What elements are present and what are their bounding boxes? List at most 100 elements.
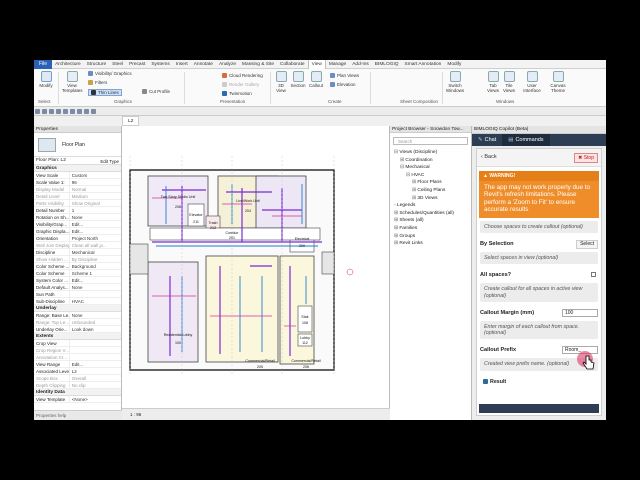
browser-tree-item[interactable]: 3D Views — [390, 195, 471, 203]
property-row[interactable]: Color Scheme Scheme 1 — [34, 270, 121, 277]
property-row[interactable]: Parts Visibility Show Original — [34, 200, 121, 207]
tab-steel[interactable]: Steel — [109, 60, 126, 69]
property-value[interactable] — [68, 340, 121, 346]
tab-manage[interactable]: Manage — [326, 60, 349, 69]
browser-tree-item[interactable]: Revit Links — [390, 240, 471, 248]
back-button[interactable]: ‹ Back — [481, 154, 497, 160]
modify-button[interactable]: Modify — [38, 71, 54, 88]
tab-add-ins[interactable]: Add-Ins — [349, 60, 372, 69]
tag-num-204[interactable]: 204 — [245, 209, 251, 213]
room-live-work-east[interactable] — [255, 175, 307, 229]
visibility-graphics-button[interactable]: Visibility/ Graphics — [88, 71, 132, 77]
tag-commercial-retail-2[interactable]: Commercial/Retail — [291, 359, 321, 363]
render-gallery-button[interactable]: Render Gallery — [222, 82, 259, 88]
tag-num-213[interactable]: 213 — [210, 226, 216, 230]
browser-tree-item[interactable]: Groups — [390, 233, 471, 241]
tab-annotate[interactable]: Annotate — [191, 60, 216, 69]
tag-num-208[interactable]: 208 — [175, 205, 181, 209]
property-row[interactable]: Associated Level L2 — [34, 368, 121, 375]
property-value[interactable]: By Discipline — [68, 256, 121, 262]
tag-electrical[interactable]: Electrical — [295, 237, 310, 241]
floor-plan[interactable]: Two Story Studio Unit 208 Live/Work Unit… — [122, 126, 390, 406]
browser-tree-item[interactable]: HVAC — [390, 172, 471, 180]
property-row[interactable]: Visibility/Grap... Edit... — [34, 221, 121, 228]
browser-tree-item[interactable]: Legends — [390, 202, 471, 210]
property-value[interactable]: 1 — [68, 207, 121, 213]
property-value[interactable]: Custom — [68, 172, 121, 178]
property-value[interactable]: Edit... — [68, 221, 121, 227]
property-value[interactable]: Unbounded — [68, 319, 121, 325]
tag-num-201[interactable]: 201 — [229, 236, 235, 240]
tab-architecture[interactable]: Architecture — [52, 60, 84, 69]
property-value[interactable]: None — [68, 214, 121, 220]
property-value[interactable]: Clean all wall jo... — [68, 242, 121, 248]
callout-margin-input[interactable]: 100 — [562, 308, 598, 317]
property-row[interactable]: Show Hidden ... By Discipline — [34, 256, 121, 263]
property-row[interactable]: System Color ... Edit... — [34, 277, 121, 284]
property-value[interactable]: HVAC — [68, 298, 121, 304]
browser-tree-item[interactable]: Ceiling Plans — [390, 187, 471, 195]
filters-button[interactable]: Filters — [88, 80, 107, 86]
browser-tree-item[interactable]: Coordination — [390, 157, 471, 165]
tag-num-206[interactable]: 206 — [303, 365, 309, 369]
property-row[interactable]: Crop View — [34, 340, 121, 347]
property-row[interactable]: Detail Level Medium — [34, 193, 121, 200]
tag-live-work[interactable]: Live/Work Unit — [236, 199, 259, 203]
tag-num-108[interactable]: 108 — [302, 321, 308, 325]
property-row[interactable]: Wall Join Display Clean all wall jo... — [34, 242, 121, 249]
property-row[interactable]: Sun Path — [34, 291, 121, 298]
property-row[interactable]: Orientation Project North — [34, 235, 121, 242]
browser-tree-item[interactable]: Views (Discipline) — [390, 149, 471, 157]
property-row[interactable]: Crop Region V... — [34, 347, 121, 354]
tab-chat[interactable]: ✎ Chat — [472, 134, 502, 146]
browser-search-input[interactable]: Search — [393, 137, 468, 145]
3d-icon[interactable] — [84, 109, 89, 114]
all-spaces-checkbox[interactable] — [591, 272, 596, 278]
section-underlay[interactable]: Underlay — [34, 305, 121, 312]
tag-corridor[interactable]: Corridor — [226, 231, 240, 235]
tag-elevator[interactable]: Elevator — [189, 213, 203, 217]
property-row[interactable]: Discipline Mechanical — [34, 249, 121, 256]
property-row[interactable]: Graphic Displa... Edit... — [34, 228, 121, 235]
property-value[interactable]: <None> — [68, 396, 121, 402]
room-stair[interactable] — [297, 305, 313, 333]
tag-trash[interactable]: Trash — [208, 221, 217, 225]
property-value[interactable]: Edit... — [68, 361, 121, 367]
property-value[interactable]: Normal — [68, 186, 121, 192]
section-extents[interactable]: Extents — [34, 333, 121, 340]
section-button[interactable]: Section — [290, 71, 306, 88]
view-templates-button[interactable]: View Templates — [62, 71, 83, 93]
file-tab[interactable]: File — [34, 60, 53, 69]
tab-modify[interactable]: Modify — [444, 60, 464, 69]
property-row[interactable]: Sub-Discipline HVAC — [34, 298, 121, 305]
property-value[interactable]: L2 — [68, 368, 121, 374]
browser-tree-item[interactable]: Mechanical — [390, 164, 471, 172]
room-commercial-retail-1[interactable] — [205, 255, 279, 363]
property-value[interactable]: Overall — [68, 375, 121, 381]
property-row[interactable]: Color Scheme ... Background — [34, 263, 121, 270]
property-value[interactable]: Edit... — [68, 228, 121, 234]
property-value[interactable]: Edit... — [68, 277, 121, 283]
browser-tree-item[interactable]: Sheets (all) — [390, 217, 471, 225]
edit-type-button[interactable]: Edit Type — [100, 158, 119, 166]
tile-views-button[interactable]: Tile Views — [502, 71, 516, 93]
browser-tree-item[interactable]: Floor Plans — [390, 179, 471, 187]
property-value[interactable]: Look down — [68, 326, 121, 332]
property-value[interactable]: Background — [68, 263, 121, 269]
open-icon[interactable] — [35, 109, 40, 114]
tab-bimlogiq[interactable]: BIMLOGIQ — [372, 60, 402, 69]
room-residential-lobby[interactable] — [147, 261, 199, 363]
tag-num-211[interactable]: 211 — [193, 220, 199, 224]
property-row[interactable]: Default Analys... None — [34, 284, 121, 291]
text-icon[interactable] — [77, 109, 82, 114]
property-value[interactable] — [68, 291, 121, 297]
thin-lines-button[interactable]: Thin Lines — [88, 89, 122, 97]
property-row[interactable]: Depth Clipping No clip — [34, 382, 121, 389]
property-value[interactable]: Scheme 1 — [68, 270, 121, 276]
property-value[interactable]: None — [68, 284, 121, 290]
property-value[interactable] — [68, 347, 121, 353]
property-row[interactable]: Range: Top Le... Unbounded — [34, 319, 121, 326]
tab-commands[interactable]: ▤ Commands — [502, 134, 550, 146]
redo-icon[interactable] — [56, 109, 61, 114]
tag-commercial-retail-1[interactable]: Commercial/Retail — [245, 359, 275, 363]
